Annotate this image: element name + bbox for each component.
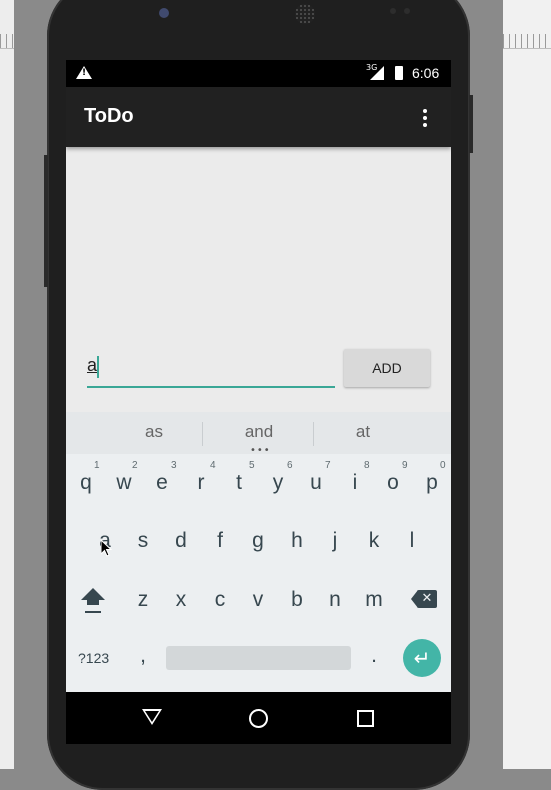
key-u[interactable]: u xyxy=(300,471,332,495)
suggestion-divider xyxy=(202,422,203,446)
navigation-bar xyxy=(66,692,451,744)
key-y[interactable]: y xyxy=(262,471,294,495)
backspace-key-icon[interactable]: ✕ xyxy=(411,590,437,608)
volume-button xyxy=(44,155,48,287)
key-hint: 4 xyxy=(210,460,216,471)
key-f[interactable]: f xyxy=(204,529,236,553)
spacebar[interactable] xyxy=(166,646,351,670)
status-time: 6:06 xyxy=(412,65,440,81)
app-bar: ToDo xyxy=(66,87,451,147)
light-sensor xyxy=(404,8,410,14)
key-p[interactable]: p xyxy=(416,471,448,495)
key-k[interactable]: k xyxy=(358,529,390,553)
overflow-menu-icon[interactable] xyxy=(418,107,432,127)
key-z[interactable]: z xyxy=(127,588,159,612)
key-x[interactable]: x xyxy=(165,588,197,612)
front-camera xyxy=(159,8,169,18)
signal-icon xyxy=(370,66,384,80)
key-hint: 2 xyxy=(132,460,138,471)
suggestion-divider xyxy=(313,422,314,446)
key-g[interactable]: g xyxy=(242,529,274,553)
warning-icon xyxy=(76,66,92,79)
task-input-value: a xyxy=(87,355,98,375)
key-hint: 3 xyxy=(171,460,177,471)
enter-key[interactable]: ↵ xyxy=(403,639,441,677)
key-r[interactable]: r xyxy=(185,471,217,495)
key-c[interactable]: c xyxy=(204,588,236,612)
key-j[interactable]: j xyxy=(319,529,351,553)
proximity-sensor xyxy=(390,8,396,14)
key-d[interactable]: d xyxy=(165,529,197,553)
suggestion-and[interactable]: and xyxy=(238,422,280,442)
suggestion-as[interactable]: as xyxy=(136,422,172,442)
suggestion-strip: as and ••• at xyxy=(66,412,451,456)
key-hint: 7 xyxy=(325,460,331,471)
key-v[interactable]: v xyxy=(242,588,274,612)
text-caret xyxy=(97,356,99,378)
key-s[interactable]: s xyxy=(127,529,159,553)
key-t[interactable]: t xyxy=(223,471,255,495)
enter-icon: ↵ xyxy=(413,646,431,670)
add-button[interactable]: ADD xyxy=(344,349,430,387)
task-input[interactable]: a xyxy=(87,348,335,388)
device-screen: 3G 6:06 ToDo a ADD as and ••• at 1 2 3 4… xyxy=(66,60,451,744)
key-hint: 1 xyxy=(94,460,100,471)
key-hint: 5 xyxy=(249,460,255,471)
key-b[interactable]: b xyxy=(281,588,313,612)
status-bar: 3G 6:06 xyxy=(66,60,451,87)
key-hint: 8 xyxy=(364,460,370,471)
key-q[interactable]: q xyxy=(70,471,102,495)
app-title: ToDo xyxy=(84,105,134,127)
key-h[interactable]: h xyxy=(281,529,313,553)
suggestion-at[interactable]: at xyxy=(348,422,378,442)
power-button xyxy=(469,95,473,153)
key-hint: 6 xyxy=(287,460,293,471)
key-l[interactable]: l xyxy=(396,529,428,553)
key-hint: 9 xyxy=(402,460,408,471)
key-o[interactable]: o xyxy=(377,471,409,495)
background-window-left xyxy=(0,0,14,769)
key-m[interactable]: m xyxy=(358,588,390,612)
earpiece-speaker xyxy=(295,4,315,24)
back-icon[interactable] xyxy=(142,709,162,725)
background-window-right xyxy=(503,0,551,769)
key-comma[interactable]: , xyxy=(127,644,159,668)
key-w[interactable]: w xyxy=(108,471,140,495)
key-i[interactable]: i xyxy=(339,471,371,495)
ruler-right xyxy=(503,34,551,49)
recents-icon[interactable] xyxy=(357,710,374,727)
key-hint: 0 xyxy=(440,460,446,471)
soft-keyboard: 1 2 3 4 5 6 7 8 9 0 q w e r t y u i o p … xyxy=(66,454,451,692)
key-e[interactable]: e xyxy=(146,471,178,495)
key-n[interactable]: n xyxy=(319,588,351,612)
battery-icon xyxy=(395,66,403,80)
shift-key-icon[interactable] xyxy=(79,588,107,620)
home-icon[interactable] xyxy=(249,709,268,728)
key-period[interactable]: . xyxy=(358,644,390,668)
ruler-left xyxy=(0,34,14,49)
symbols-key[interactable]: ?123 xyxy=(78,650,109,666)
